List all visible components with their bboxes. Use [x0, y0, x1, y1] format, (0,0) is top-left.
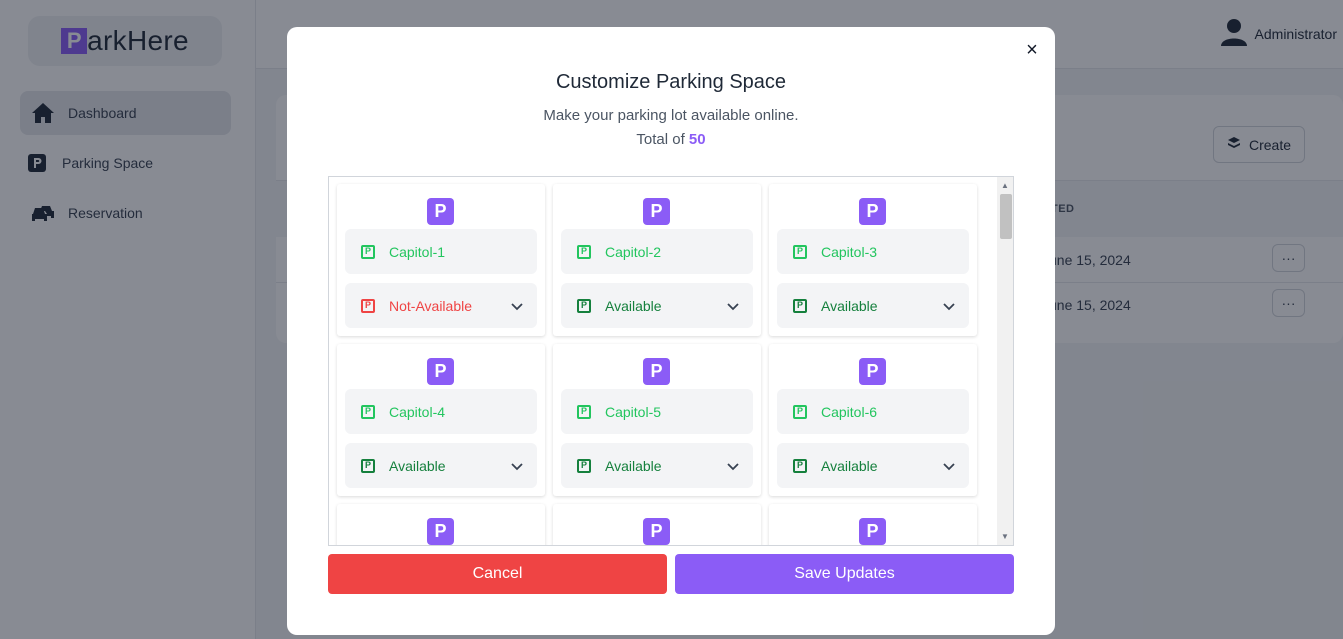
parking-badge-icon: P	[859, 198, 886, 225]
parking-icon: P	[577, 404, 591, 419]
parking-badge-icon: P	[643, 358, 670, 385]
status-select[interactable]: P Available	[777, 283, 969, 328]
total-value: 50	[688, 131, 706, 148]
parking-badge-icon: P	[427, 358, 454, 385]
modal-subtitle: Make your parking lot available online.	[543, 107, 799, 124]
status-value: Available	[389, 457, 446, 474]
parking-icon: P	[361, 458, 375, 473]
parking-icon: P	[577, 244, 591, 259]
parking-grid-inner: P P Capitol-1 P Not-Available P P Capitol-2 P Ava…	[337, 184, 977, 545]
status-select[interactable]: P Available	[561, 443, 753, 488]
status-select[interactable]: P Available	[345, 443, 537, 488]
parking-tile: P P Capitol-6 P Available	[769, 344, 977, 496]
space-name-field[interactable]: P Capitol-3	[777, 229, 969, 274]
parking-icon: P	[793, 298, 807, 313]
parking-tile: P	[337, 504, 545, 545]
status-value: Available	[605, 457, 662, 474]
status-value: Available	[605, 297, 662, 314]
parking-icon: P	[793, 244, 807, 259]
chevron-down-icon	[727, 298, 739, 314]
modal-title: Customize Parking Space	[555, 71, 787, 93]
parking-tile: P P Capitol-3 P Available	[769, 184, 977, 336]
status-select[interactable]: P Available	[561, 283, 753, 328]
chevron-down-icon	[943, 298, 955, 314]
space-name: Capitol-4	[389, 403, 446, 420]
parking-icon: P	[361, 298, 375, 313]
scrollbar[interactable]: ▲ ▼	[997, 177, 1013, 545]
scroll-down-icon[interactable]: ▼	[1001, 532, 1009, 541]
parking-tile: P P Capitol-1 P Not-Available	[337, 184, 545, 336]
space-name: Capitol-2	[605, 243, 662, 260]
space-name-field[interactable]: P Capitol-6	[777, 389, 969, 434]
parking-grid[interactable]: P P Capitol-1 P Not-Available P P Capitol-2 P Ava…	[328, 176, 1014, 546]
close-icon[interactable]: ×	[1023, 39, 1041, 61]
space-name: Capitol-3	[821, 243, 878, 260]
parking-tile: P P Capitol-2 P Available	[553, 184, 761, 336]
parking-badge-icon: P	[859, 358, 886, 385]
parking-icon: P	[361, 244, 375, 259]
chevron-down-icon	[727, 458, 739, 474]
parking-tile: P	[769, 504, 977, 545]
space-name-field[interactable]: P Capitol-2	[561, 229, 753, 274]
scrollbar-thumb[interactable]	[1000, 194, 1012, 239]
space-name: Capitol-5	[605, 403, 662, 420]
cancel-button[interactable]: Cancel	[328, 554, 667, 594]
parking-badge-icon: P	[427, 198, 454, 225]
modal-total: Total of 50	[287, 131, 1055, 148]
parking-tile: P P Capitol-5 P Available	[553, 344, 761, 496]
chevron-down-icon	[511, 458, 523, 474]
status-value: Available	[821, 297, 878, 314]
chevron-down-icon	[511, 298, 523, 314]
parking-icon: P	[577, 298, 591, 313]
total-prefix: Total of	[636, 131, 685, 148]
parking-icon: P	[577, 458, 591, 473]
parking-tile: P	[553, 504, 761, 545]
parking-badge-icon: P	[643, 518, 670, 545]
customize-parking-modal: × Customize Parking Space Make your park…	[287, 27, 1055, 635]
status-value: Available	[821, 457, 878, 474]
space-name-field[interactable]: P Capitol-4	[345, 389, 537, 434]
chevron-down-icon	[943, 458, 955, 474]
status-select[interactable]: P Not-Available	[345, 283, 537, 328]
save-updates-button[interactable]: Save Updates	[675, 554, 1014, 594]
parking-badge-icon: P	[643, 198, 670, 225]
parking-icon: P	[361, 404, 375, 419]
status-value: Not-Available	[389, 297, 473, 314]
space-name-field[interactable]: P Capitol-1	[345, 229, 537, 274]
parking-icon: P	[793, 404, 807, 419]
space-name: Capitol-1	[389, 243, 446, 260]
parking-tile: P P Capitol-4 P Available	[337, 344, 545, 496]
space-name: Capitol-6	[821, 403, 878, 420]
space-name-field[interactable]: P Capitol-5	[561, 389, 753, 434]
scroll-up-icon[interactable]: ▲	[1001, 181, 1009, 190]
parking-icon: P	[793, 458, 807, 473]
parking-badge-icon: P	[859, 518, 886, 545]
parking-badge-icon: P	[427, 518, 454, 545]
status-select[interactable]: P Available	[777, 443, 969, 488]
